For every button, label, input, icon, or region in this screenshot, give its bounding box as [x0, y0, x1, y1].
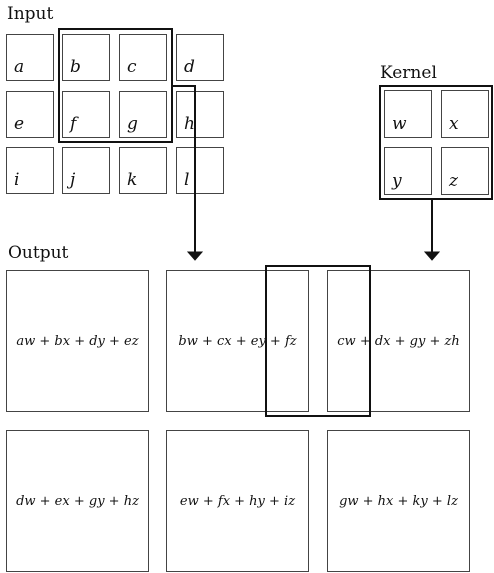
input-cell-k: k	[119, 147, 167, 194]
output-expression: gw + hx + ky + lz	[339, 493, 458, 509]
input-title: Input	[7, 4, 54, 24]
input-cell-h: h	[176, 91, 224, 138]
output-title: Output	[8, 243, 69, 263]
output-expression: dw + ex + gy + hz	[16, 493, 139, 509]
input-cell-d: d	[176, 34, 224, 81]
input-cell-a: a	[6, 34, 54, 81]
input-cell-j: j	[62, 147, 110, 194]
output-expression: ew + fx + hy + iz	[179, 493, 296, 509]
output-cell-4: dw + ex + gy + hz	[6, 430, 149, 572]
kernel-title: Kernel	[380, 63, 437, 83]
output-highlight-frame	[265, 265, 371, 417]
output-cell-5: ew + fx + hy + iz	[166, 430, 309, 572]
input-window-frame	[58, 28, 173, 143]
input-cell-label: l	[184, 170, 190, 190]
input-cell-e: e	[6, 91, 54, 138]
input-cell-label: e	[14, 114, 25, 134]
input-cell-label: j	[70, 170, 76, 190]
output-cell-6: gw + hx + ky + lz	[327, 430, 470, 572]
kernel-frame	[379, 85, 493, 200]
output-cell-1: aw + bx + dy + ez	[6, 270, 149, 412]
convolution-diagram: Input a b c d e f g h i j k l Kernel w x…	[0, 0, 494, 573]
input-cell-label: k	[127, 170, 138, 190]
input-cell-label: a	[14, 57, 25, 77]
input-cell-label: h	[184, 114, 195, 134]
input-cell-label: i	[14, 170, 20, 190]
kernel-to-output-arrow	[423, 200, 441, 261]
input-cell-label: d	[184, 57, 195, 77]
output-expression: aw + bx + dy + ez	[16, 333, 139, 349]
input-cell-l: l	[176, 147, 224, 194]
input-cell-i: i	[6, 147, 54, 194]
